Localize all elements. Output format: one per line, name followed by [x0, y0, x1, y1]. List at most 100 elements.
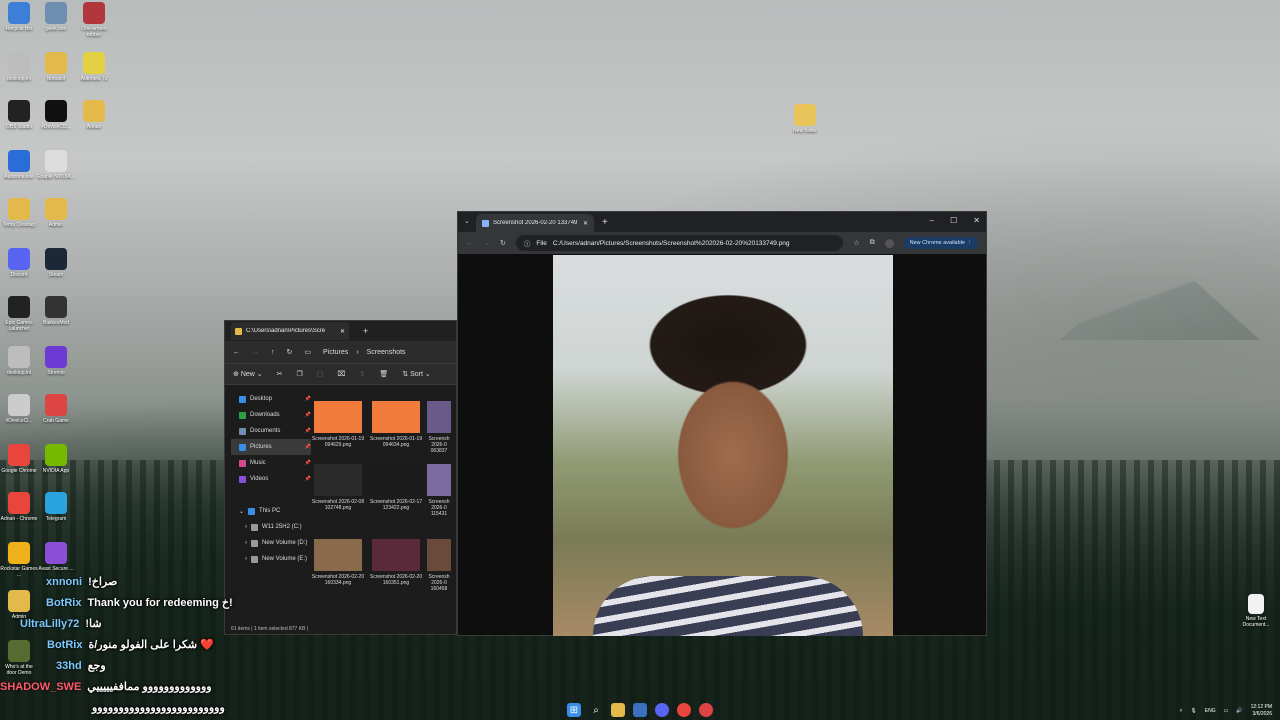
desktop-icon[interactable]: NVIDIA App	[37, 444, 75, 474]
cut-icon[interactable]: ✂	[277, 370, 283, 378]
desktop-icon[interactable]: Recycle Bin	[0, 2, 38, 32]
new-tab-button[interactable]: +	[363, 326, 368, 336]
desktop-icon[interactable]: One-armed robber	[75, 2, 113, 38]
file-thumbnail[interactable]: Screensh 2026-0 115431	[427, 464, 451, 517]
volume-icon[interactable]: 🔊	[1236, 708, 1242, 714]
sidebar-drive[interactable]: › W11 25H2 (C:)	[231, 519, 311, 535]
close-icon[interactable]: ✕	[340, 328, 345, 335]
sidebar-item[interactable]: Pictures 📌	[231, 439, 311, 455]
desktop-icon[interactable]: Steam	[37, 248, 75, 278]
new-tab-button[interactable]: +	[602, 217, 608, 228]
delete-icon[interactable]: 🗑	[379, 370, 388, 378]
desktop-icon[interactable]: desktop.ini	[0, 52, 38, 82]
sidebar-drive[interactable]: › New Volume (E:)	[231, 551, 311, 567]
desktop-icon[interactable]: Avast Secure ...	[37, 542, 75, 572]
desktop-icon[interactable]: Adnan - Chrome	[0, 492, 38, 522]
chrome-tabbar: ⌄ Screenshot 2026-02-20 133749 ✕ + – ☐ ✕	[458, 212, 986, 232]
desktop-icon[interactable]: Google Chrome	[0, 444, 38, 474]
close-icon[interactable]: ✕	[973, 216, 980, 225]
back-icon[interactable]: ←	[233, 349, 240, 356]
up-icon[interactable]: ↑	[271, 349, 275, 356]
maximize-icon[interactable]: ☐	[950, 216, 957, 225]
desktop-icon[interactable]: Telegram	[37, 492, 75, 522]
desktop-icon[interactable]: Discord	[0, 248, 38, 278]
desktop-icon[interactable]: #DeviceCl3...	[37, 100, 75, 130]
taskbar: ⊞ ⌕	[0, 700, 1280, 720]
pc-icon[interactable]: ▭	[304, 348, 311, 356]
close-icon[interactable]: ✕	[583, 220, 588, 227]
breadcrumb-item[interactable]: Screenshots	[367, 349, 406, 356]
desktop-icon[interactable]: Adnan	[75, 100, 113, 130]
reload-icon[interactable]: ↻	[500, 239, 506, 247]
desktop-icon[interactable]: Autoruns 7z	[75, 52, 113, 82]
back-icon[interactable]: ←	[466, 240, 473, 247]
refresh-icon[interactable]: ↻	[287, 348, 293, 356]
forward-icon[interactable]: →	[252, 349, 259, 356]
desktop-icon[interactable]: Autoruns.exe	[0, 150, 38, 180]
desktop-icon[interactable]: Admin	[37, 198, 75, 228]
address-bar[interactable]: ⓘ File C:/Users/adnan/Pictures/Screensho…	[515, 235, 844, 251]
desktop-icon[interactable]: Temp Cleanup	[0, 198, 38, 228]
desktop-icon[interactable]: Epic Games Launcher	[0, 296, 38, 332]
store-icon[interactable]	[633, 703, 647, 717]
chrome-profile-icon[interactable]	[699, 703, 713, 717]
desktop-new-folder[interactable]: New folder	[786, 104, 824, 134]
file-thumbnail[interactable]: Screenshot 2026-01-19 094629.png	[311, 401, 365, 448]
breadcrumb-item[interactable]: Pictures	[323, 349, 348, 356]
minimize-icon[interactable]: –	[930, 216, 934, 225]
paste-icon[interactable]: ▢	[317, 370, 324, 378]
profile-icon[interactable]	[884, 238, 894, 248]
forward-icon[interactable]: →	[483, 240, 490, 247]
desktop-new-text-doc[interactable]: New Text Document...	[1236, 594, 1276, 628]
desktop-icon[interactable]: Stremio	[37, 346, 75, 376]
desktop-icon[interactable]: #DeviceCl...	[0, 394, 38, 424]
search-icon[interactable]: ⌕	[589, 703, 603, 717]
chrome-tab[interactable]: Screenshot 2026-02-20 133749 ✕	[476, 214, 594, 232]
clock[interactable]: 12:12 PM 3/6/2026	[1251, 704, 1272, 718]
sort-button[interactable]: ⇅ Sort ⌄	[402, 370, 430, 378]
rename-icon[interactable]: ⌧	[337, 370, 345, 378]
text-file-icon	[1248, 594, 1264, 614]
sidebar-item[interactable]: Documents 📌	[231, 423, 311, 439]
mic-icon[interactable]: 🎙	[1190, 708, 1196, 714]
desktop-icon[interactable]: Enable NVIDIA...	[37, 150, 75, 180]
desktop-icon[interactable]: OBS Studio	[0, 100, 38, 130]
language-indicator[interactable]: ENG	[1205, 708, 1216, 714]
file-thumbnail[interactable]: Screenshot 2026-02-20 160334.png	[311, 539, 365, 586]
new-button[interactable]: ⊕ New ⌄	[233, 370, 263, 378]
share-icon[interactable]: ⇪	[360, 370, 366, 378]
star-icon[interactable]: ☆	[853, 239, 859, 247]
desktop-icon[interactable]: desktop.ini	[0, 346, 38, 376]
sidebar-item[interactable]: Downloads 📌	[231, 407, 311, 423]
file-thumbnail[interactable]: Screenshot 2026-02-08 102748.png	[311, 464, 365, 511]
discord-icon[interactable]	[655, 703, 669, 717]
telegram-icon	[45, 492, 67, 514]
sidebar-item[interactable]: Music 📌	[231, 455, 311, 471]
sidebar-item[interactable]: Videos 📌	[231, 471, 311, 487]
desktop-icon[interactable]: geek.exe	[37, 2, 75, 32]
file-thumbnail[interactable]: Screensh 2026-0 063837	[427, 401, 451, 454]
info-icon[interactable]: ⓘ	[524, 238, 531, 248]
copy-icon[interactable]: ❐	[297, 370, 303, 378]
chevron-right-icon: ›	[245, 524, 247, 530]
sidebar-this-pc[interactable]: ⌄ This PC	[231, 503, 311, 519]
start-icon[interactable]: ⊞	[567, 703, 581, 717]
file-explorer-icon[interactable]	[611, 703, 625, 717]
network-icon[interactable]: ▭	[1224, 708, 1229, 714]
sidebar-drive[interactable]: › New Volume (D:)	[231, 535, 311, 551]
desktop-icon[interactable]: Nobusof	[37, 52, 75, 82]
sidebar-item[interactable]: Desktop 📌	[231, 391, 311, 407]
update-chrome-button[interactable]: New Chrome available ⋮	[903, 237, 978, 249]
extensions-icon[interactable]: ⧉	[870, 239, 875, 247]
file-thumbnail[interactable]: Screensh 2026-0 160458	[427, 539, 451, 592]
explorer-tab[interactable]: C:\Users\adnan\Pictures\Scre ✕	[231, 322, 349, 340]
chrome-icon[interactable]	[677, 703, 691, 717]
tab-search-icon[interactable]: ⌄	[464, 217, 470, 225]
file-thumbnail[interactable]: Screenshot 2026-02-20 160351.png	[369, 539, 423, 586]
file-thumbnail[interactable]: Screenshot 2026-01-19 094634.png	[369, 401, 423, 448]
chevron-up-icon[interactable]: ˄	[1180, 708, 1183, 714]
chat-message: xnnoni !صراخ	[0, 572, 260, 593]
desktop-icon[interactable]: Crab Game	[37, 394, 75, 424]
desktop-icon[interactable]: BakkesMod	[37, 296, 75, 326]
file-thumbnail[interactable]: Screenshot 2026-02-17 123422.png	[369, 464, 423, 511]
